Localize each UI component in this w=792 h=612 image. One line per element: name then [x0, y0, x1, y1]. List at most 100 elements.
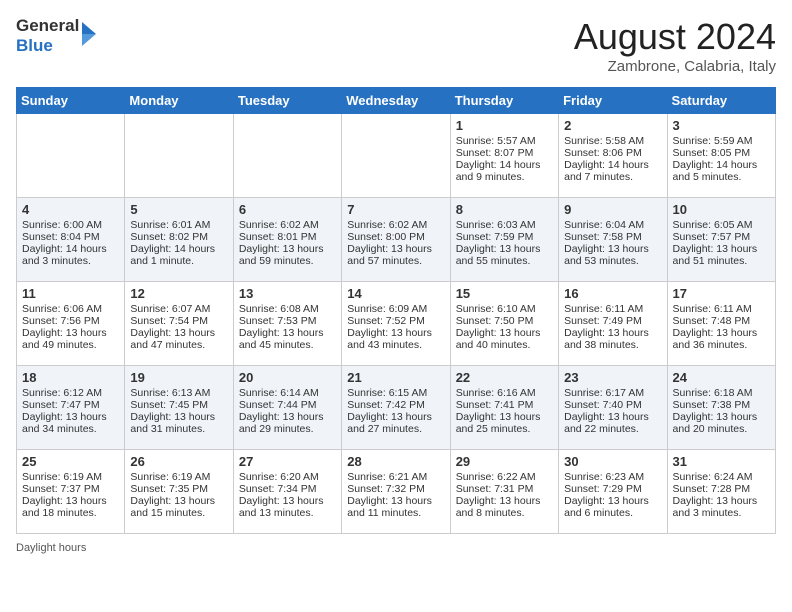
title-area: August 2024 Zambrone, Calabria, Italy: [574, 16, 776, 75]
day-cell: [342, 114, 450, 198]
week-row-3: 11Sunrise: 6:06 AMSunset: 7:56 PMDayligh…: [17, 282, 776, 366]
day-cell: 22Sunrise: 6:16 AMSunset: 7:41 PMDayligh…: [450, 366, 558, 450]
day-info: Sunset: 7:40 PM: [564, 399, 661, 411]
day-cell: 30Sunrise: 6:23 AMSunset: 7:29 PMDayligh…: [559, 450, 667, 534]
day-cell: 11Sunrise: 6:06 AMSunset: 7:56 PMDayligh…: [17, 282, 125, 366]
day-cell: 31Sunrise: 6:24 AMSunset: 7:28 PMDayligh…: [667, 450, 775, 534]
day-header-thursday: Thursday: [450, 88, 558, 114]
day-cell: [233, 114, 341, 198]
logo-container: General Blue: [16, 16, 104, 55]
day-info: Sunrise: 6:16 AM: [456, 387, 553, 399]
week-row-1: 1Sunrise: 5:57 AMSunset: 8:07 PMDaylight…: [17, 114, 776, 198]
day-number: 3: [673, 118, 770, 133]
day-number: 17: [673, 286, 770, 301]
day-info: Daylight: 13 hours and 34 minutes.: [22, 411, 119, 435]
day-info: Sunrise: 6:10 AM: [456, 303, 553, 315]
day-info: Sunset: 8:00 PM: [347, 231, 444, 243]
day-info: Sunrise: 6:07 AM: [130, 303, 227, 315]
day-info: Daylight: 13 hours and 25 minutes.: [456, 411, 553, 435]
calendar-header-row: SundayMondayTuesdayWednesdayThursdayFrid…: [17, 88, 776, 114]
day-cell: 3Sunrise: 5:59 AMSunset: 8:05 PMDaylight…: [667, 114, 775, 198]
logo-arrow-icon: [82, 18, 104, 50]
day-info: Daylight: 14 hours and 7 minutes.: [564, 159, 661, 183]
day-info: Daylight: 13 hours and 45 minutes.: [239, 327, 336, 351]
day-info: Sunset: 7:44 PM: [239, 399, 336, 411]
month-year: August 2024: [574, 16, 776, 58]
day-cell: 13Sunrise: 6:08 AMSunset: 7:53 PMDayligh…: [233, 282, 341, 366]
day-info: Sunset: 7:50 PM: [456, 315, 553, 327]
day-info: Sunrise: 6:23 AM: [564, 471, 661, 483]
day-info: Daylight: 13 hours and 11 minutes.: [347, 495, 444, 519]
day-info: Sunset: 7:28 PM: [673, 483, 770, 495]
day-number: 10: [673, 202, 770, 217]
day-info: Sunset: 7:38 PM: [673, 399, 770, 411]
week-row-4: 18Sunrise: 6:12 AMSunset: 7:47 PMDayligh…: [17, 366, 776, 450]
logo: General Blue: [16, 16, 104, 55]
day-info: Sunrise: 6:22 AM: [456, 471, 553, 483]
day-info: Sunset: 7:49 PM: [564, 315, 661, 327]
day-number: 11: [22, 286, 119, 301]
day-number: 2: [564, 118, 661, 133]
day-info: Sunset: 8:04 PM: [22, 231, 119, 243]
day-info: Daylight: 13 hours and 15 minutes.: [130, 495, 227, 519]
day-info: Daylight: 13 hours and 55 minutes.: [456, 243, 553, 267]
day-info: Daylight: 14 hours and 5 minutes.: [673, 159, 770, 183]
day-info: Sunrise: 6:12 AM: [22, 387, 119, 399]
day-cell: 1Sunrise: 5:57 AMSunset: 8:07 PMDaylight…: [450, 114, 558, 198]
day-info: Sunrise: 6:02 AM: [347, 219, 444, 231]
day-info: Sunset: 7:35 PM: [130, 483, 227, 495]
day-info: Sunrise: 6:08 AM: [239, 303, 336, 315]
day-number: 28: [347, 454, 444, 469]
day-info: Daylight: 13 hours and 20 minutes.: [673, 411, 770, 435]
day-info: Sunrise: 6:06 AM: [22, 303, 119, 315]
day-info: Daylight: 14 hours and 3 minutes.: [22, 243, 119, 267]
day-number: 27: [239, 454, 336, 469]
day-number: 5: [130, 202, 227, 217]
day-info: Sunset: 7:47 PM: [22, 399, 119, 411]
day-cell: 29Sunrise: 6:22 AMSunset: 7:31 PMDayligh…: [450, 450, 558, 534]
day-cell: [125, 114, 233, 198]
day-info: Sunrise: 6:24 AM: [673, 471, 770, 483]
day-info: Sunset: 8:06 PM: [564, 147, 661, 159]
day-header-monday: Monday: [125, 88, 233, 114]
day-header-sunday: Sunday: [17, 88, 125, 114]
day-cell: 24Sunrise: 6:18 AMSunset: 7:38 PMDayligh…: [667, 366, 775, 450]
day-info: Sunrise: 6:05 AM: [673, 219, 770, 231]
week-row-5: 25Sunrise: 6:19 AMSunset: 7:37 PMDayligh…: [17, 450, 776, 534]
day-cell: 28Sunrise: 6:21 AMSunset: 7:32 PMDayligh…: [342, 450, 450, 534]
day-header-friday: Friday: [559, 88, 667, 114]
day-info: Sunrise: 6:02 AM: [239, 219, 336, 231]
day-number: 4: [22, 202, 119, 217]
day-info: Daylight: 13 hours and 38 minutes.: [564, 327, 661, 351]
day-cell: 26Sunrise: 6:19 AMSunset: 7:35 PMDayligh…: [125, 450, 233, 534]
day-number: 9: [564, 202, 661, 217]
day-number: 29: [456, 454, 553, 469]
day-info: Sunrise: 6:04 AM: [564, 219, 661, 231]
day-cell: 8Sunrise: 6:03 AMSunset: 7:59 PMDaylight…: [450, 198, 558, 282]
day-number: 23: [564, 370, 661, 385]
day-info: Sunset: 7:45 PM: [130, 399, 227, 411]
day-info: Sunrise: 6:18 AM: [673, 387, 770, 399]
day-info: Sunrise: 6:21 AM: [347, 471, 444, 483]
day-info: Daylight: 13 hours and 27 minutes.: [347, 411, 444, 435]
day-info: Sunset: 7:52 PM: [347, 315, 444, 327]
day-number: 26: [130, 454, 227, 469]
day-info: Daylight: 13 hours and 31 minutes.: [130, 411, 227, 435]
day-number: 18: [22, 370, 119, 385]
day-info: Daylight: 13 hours and 6 minutes.: [564, 495, 661, 519]
day-info: Daylight: 13 hours and 40 minutes.: [456, 327, 553, 351]
day-cell: 6Sunrise: 6:02 AMSunset: 8:01 PMDaylight…: [233, 198, 341, 282]
day-cell: [17, 114, 125, 198]
day-info: Daylight: 13 hours and 8 minutes.: [456, 495, 553, 519]
day-info: Daylight: 13 hours and 57 minutes.: [347, 243, 444, 267]
day-info: Daylight: 13 hours and 36 minutes.: [673, 327, 770, 351]
day-number: 31: [673, 454, 770, 469]
day-info: Sunrise: 6:03 AM: [456, 219, 553, 231]
day-number: 16: [564, 286, 661, 301]
day-cell: 25Sunrise: 6:19 AMSunset: 7:37 PMDayligh…: [17, 450, 125, 534]
day-info: Daylight: 13 hours and 29 minutes.: [239, 411, 336, 435]
day-info: Daylight: 13 hours and 18 minutes.: [22, 495, 119, 519]
day-cell: 2Sunrise: 5:58 AMSunset: 8:06 PMDaylight…: [559, 114, 667, 198]
location: Zambrone, Calabria, Italy: [574, 58, 776, 75]
day-info: Sunrise: 5:59 AM: [673, 135, 770, 147]
